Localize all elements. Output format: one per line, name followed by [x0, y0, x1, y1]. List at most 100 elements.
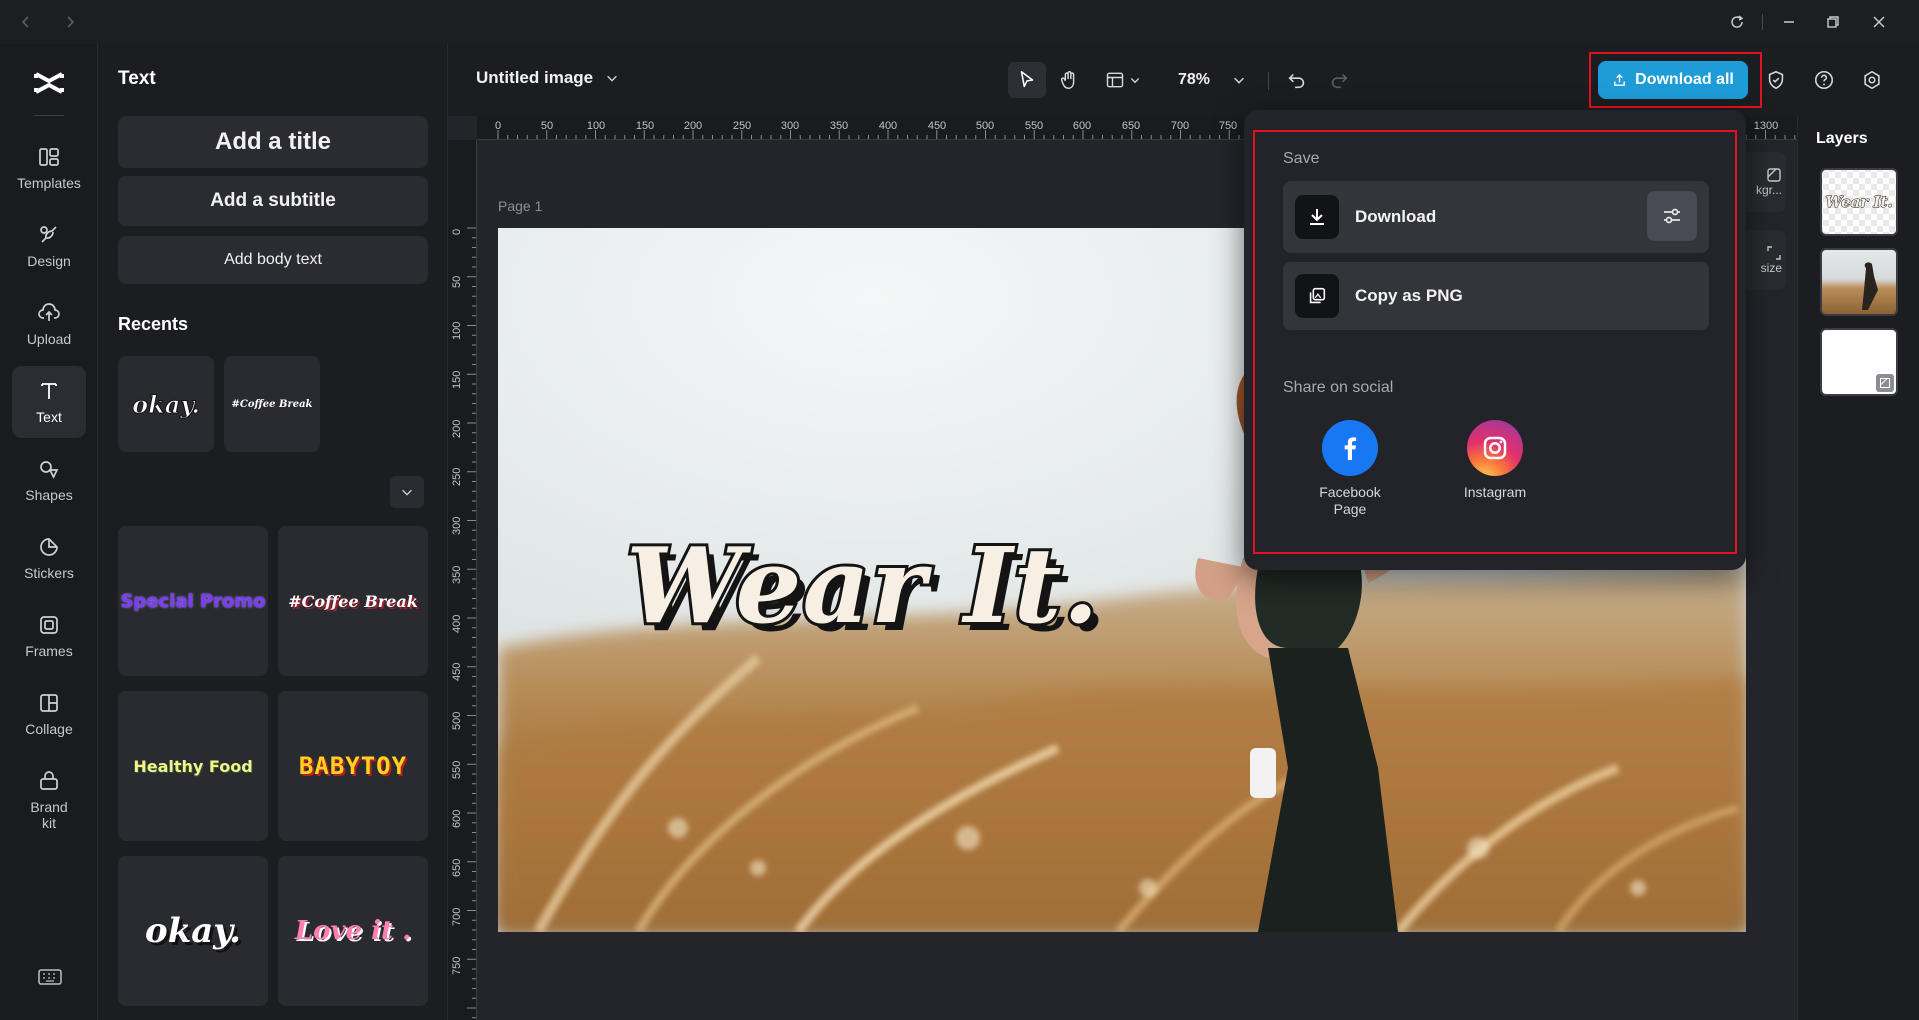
headline-text[interactable]: Wear It.	[626, 524, 1100, 647]
undo-button[interactable]	[1280, 62, 1314, 98]
shield-button[interactable]	[1758, 62, 1794, 98]
ruler-tick-label: 1300	[1754, 120, 1778, 132]
copy-image-icon	[1295, 274, 1339, 318]
ruler-tick-label: 300	[451, 517, 463, 535]
rail-label: Stickers	[24, 565, 74, 581]
titlebar-divider	[1762, 14, 1763, 30]
rail-item-brand-kit[interactable]: Brand kit	[12, 756, 86, 844]
toolbar-divider	[1268, 72, 1269, 90]
close-icon[interactable]	[1865, 8, 1893, 36]
rail-item-text[interactable]: Text	[12, 366, 86, 438]
recent-tile-text: #Coffee Break	[232, 399, 313, 410]
background-icon	[1766, 167, 1782, 183]
ruler-tick-label: 200	[684, 120, 702, 132]
recent-tile-okay[interactable]: okay.	[118, 356, 214, 452]
ruler-tick-label: 350	[830, 120, 848, 132]
ruler-tick-label: 400	[451, 615, 463, 633]
upload-icon	[37, 301, 61, 325]
rail-label: Frames	[25, 643, 72, 659]
ruler-tick-label: 600	[451, 810, 463, 828]
layer-thumb-text[interactable]: Wear It.	[1820, 168, 1898, 236]
highlight-box	[1589, 52, 1762, 108]
rail-item-shapes[interactable]: Shapes	[12, 444, 86, 516]
redo-button[interactable]	[1322, 62, 1356, 98]
keyboard-icon[interactable]	[38, 968, 62, 986]
redo-icon	[1328, 69, 1350, 91]
add-body-text-button[interactable]: Add body text	[118, 236, 428, 284]
select-tool-button[interactable]	[1008, 62, 1046, 98]
photo-thumb-icon	[1822, 250, 1898, 316]
ruler-tick-label: 100	[587, 120, 605, 132]
download-settings-button[interactable]	[1647, 191, 1697, 241]
rail-label: Design	[27, 253, 71, 269]
download-option[interactable]: Download	[1283, 181, 1709, 253]
ruler-tick-label: 450	[928, 120, 946, 132]
minimize-icon[interactable]	[1775, 8, 1803, 36]
background-layer-icon	[1876, 374, 1894, 392]
stickers-icon	[37, 535, 61, 559]
copy-as-png-option[interactable]: Copy as PNG	[1283, 262, 1709, 330]
collage-icon	[37, 691, 61, 715]
share-instagram-button[interactable]: Instagram	[1449, 420, 1541, 501]
recent-tile-text: okay.	[132, 390, 200, 419]
rail-item-stickers[interactable]: Stickers	[12, 522, 86, 594]
ruler-tick-label: 100	[451, 322, 463, 340]
ruler-tick-label: 700	[1171, 120, 1189, 132]
back-icon[interactable]	[12, 8, 40, 36]
text-style-tile[interactable]: #Coffee Break	[278, 526, 428, 676]
rail-item-collage[interactable]: Collage	[12, 678, 86, 750]
chevron-down-icon	[400, 485, 414, 499]
layer-thumb-photo[interactable]	[1820, 248, 1898, 316]
collapse-recents-button[interactable]	[390, 476, 424, 508]
help-icon	[1813, 69, 1835, 91]
recent-tile-coffee-break[interactable]: #Coffee Break	[224, 356, 320, 452]
text-style-label: Healthy Food	[133, 757, 252, 776]
brand-kit-icon	[37, 769, 61, 793]
resize-icon	[1766, 245, 1782, 261]
text-style-tile[interactable]: Special Promo	[118, 526, 268, 676]
text-icon	[37, 379, 61, 403]
text-style-tile[interactable]: Healthy Food	[118, 691, 268, 841]
document-title-dropdown[interactable]: Untitled image	[476, 68, 619, 88]
ruler-tick-label: 650	[1122, 120, 1140, 132]
rail-item-upload[interactable]: Upload	[12, 288, 86, 360]
ruler-tick-label: 300	[781, 120, 799, 132]
forward-icon[interactable]	[56, 8, 84, 36]
text-panel: Text Add a title Add a subtitle Add body…	[98, 44, 448, 1020]
share-facebook-button[interactable]: Facebook Page	[1304, 420, 1396, 518]
shapes-icon	[37, 457, 61, 481]
shield-check-icon	[1765, 69, 1787, 91]
layout-tool-button[interactable]	[1098, 62, 1148, 98]
ruler-tick-label: 150	[451, 371, 463, 389]
text-style-label: Love it .	[295, 916, 411, 946]
layer-thumb-label: Wear It.	[1825, 193, 1892, 211]
refresh-icon[interactable]	[1723, 8, 1751, 36]
ruler-tick-label: 750	[451, 957, 463, 975]
add-subtitle-button[interactable]: Add a subtitle	[118, 176, 428, 226]
ruler-tick-label: 500	[976, 120, 994, 132]
rail-item-frames[interactable]: Frames	[12, 600, 86, 672]
layer-thumb-background[interactable]	[1820, 328, 1898, 396]
copy-as-png-label: Copy as PNG	[1355, 286, 1463, 306]
restore-icon[interactable]	[1819, 8, 1847, 36]
rail-item-design[interactable]: Design	[12, 210, 86, 282]
rail-label: Collage	[25, 721, 72, 737]
zoom-dropdown-button[interactable]	[1226, 62, 1252, 98]
ruler-tick-label: 650	[451, 859, 463, 877]
layers-panel: Layers Wear It.	[1797, 116, 1919, 1020]
ruler-left-ticks	[467, 140, 477, 1020]
text-style-tile[interactable]: BABYTOY	[278, 691, 428, 841]
help-button[interactable]	[1806, 62, 1842, 98]
ruler-tick-label: 50	[451, 276, 463, 288]
text-style-tile[interactable]: Love it .	[278, 856, 428, 1006]
rail-item-templates[interactable]: Templates	[12, 132, 86, 204]
layout-icon	[1105, 70, 1125, 90]
settings-button[interactable]	[1854, 62, 1890, 98]
add-title-button[interactable]: Add a title	[118, 116, 428, 168]
zoom-level[interactable]: 78%	[1178, 71, 1210, 89]
hand-tool-button[interactable]	[1050, 62, 1088, 98]
rail-divider	[34, 115, 64, 116]
ruler-tick-label: 500	[451, 712, 463, 730]
text-style-tile[interactable]: okay.	[118, 856, 268, 1006]
text-style-label: okay.	[145, 911, 241, 951]
